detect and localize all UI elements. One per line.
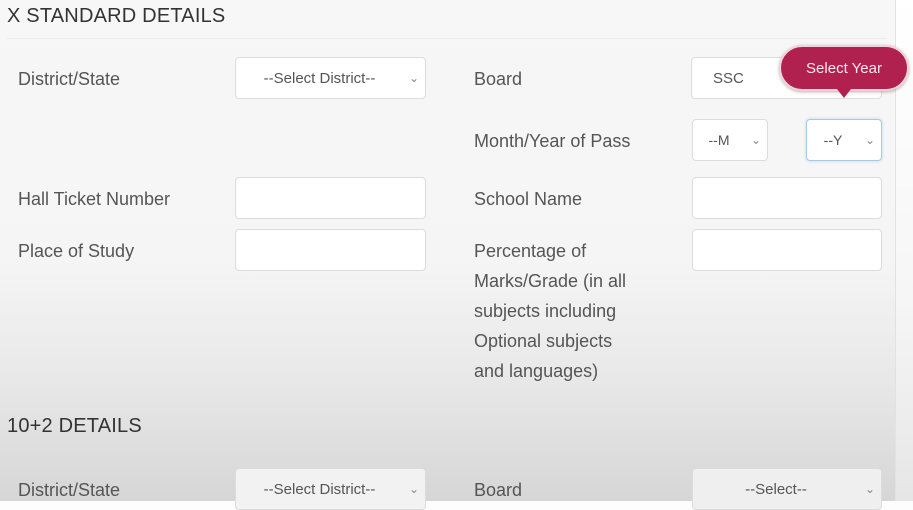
board-select-10-plus-2[interactable]: --Select-- ⌄ (692, 468, 882, 510)
district-select-10-plus-2[interactable]: --Select District-- ⌄ (235, 468, 426, 510)
percentage-label-line: Optional subjects (474, 331, 613, 351)
district-select[interactable]: --Select District-- ⌄ (235, 57, 426, 99)
board-label: Board (474, 69, 523, 89)
hall-ticket-label: Hall Ticket Number (18, 189, 171, 209)
month-year-label: Month/Year of Pass (474, 131, 631, 151)
place-of-study-input[interactable] (235, 229, 426, 271)
percentage-label-line: Marks/Grade (in all (474, 271, 627, 291)
board-select-value: --Select-- (745, 480, 807, 498)
section-title-10-plus-2: 10+2 DETAILS (7, 415, 142, 437)
district-label: District/State (18, 69, 121, 89)
month-select[interactable]: --M ⌄ (692, 119, 768, 161)
tooltip-text: Select Year (806, 59, 882, 77)
percentage-label-line: Percentage of (474, 241, 587, 261)
percentage-label: Percentage of Marks/Grade (in all subjec… (474, 236, 626, 386)
section-title-x-standard: X STANDARD DETAILS (7, 5, 226, 27)
percentage-label-line: subjects including (474, 301, 617, 321)
district-select-value: --Select District-- (263, 69, 376, 87)
chevron-down-icon: ⌄ (408, 482, 420, 496)
percentage-label-line: and languages) (474, 361, 599, 381)
chevron-down-icon: ⌄ (864, 133, 876, 147)
chevron-down-icon: ⌄ (864, 482, 876, 496)
section-divider (7, 38, 887, 39)
hall-ticket-input[interactable] (235, 177, 426, 219)
month-select-value: --M (708, 132, 730, 148)
chevron-down-icon: ⌄ (408, 71, 420, 85)
place-of-study-label: Place of Study (18, 241, 135, 261)
school-name-input[interactable] (692, 177, 882, 219)
percentage-input[interactable] (692, 229, 882, 271)
tooltip-arrow (837, 89, 851, 98)
chevron-down-icon: ⌄ (750, 133, 762, 147)
district-select-value: --Select District-- (263, 480, 376, 498)
year-select[interactable]: --Y ⌄ (806, 119, 882, 161)
year-select-value: --Y (823, 132, 843, 148)
school-name-label: School Name (474, 189, 583, 209)
select-year-tooltip: Select Year (779, 45, 909, 98)
